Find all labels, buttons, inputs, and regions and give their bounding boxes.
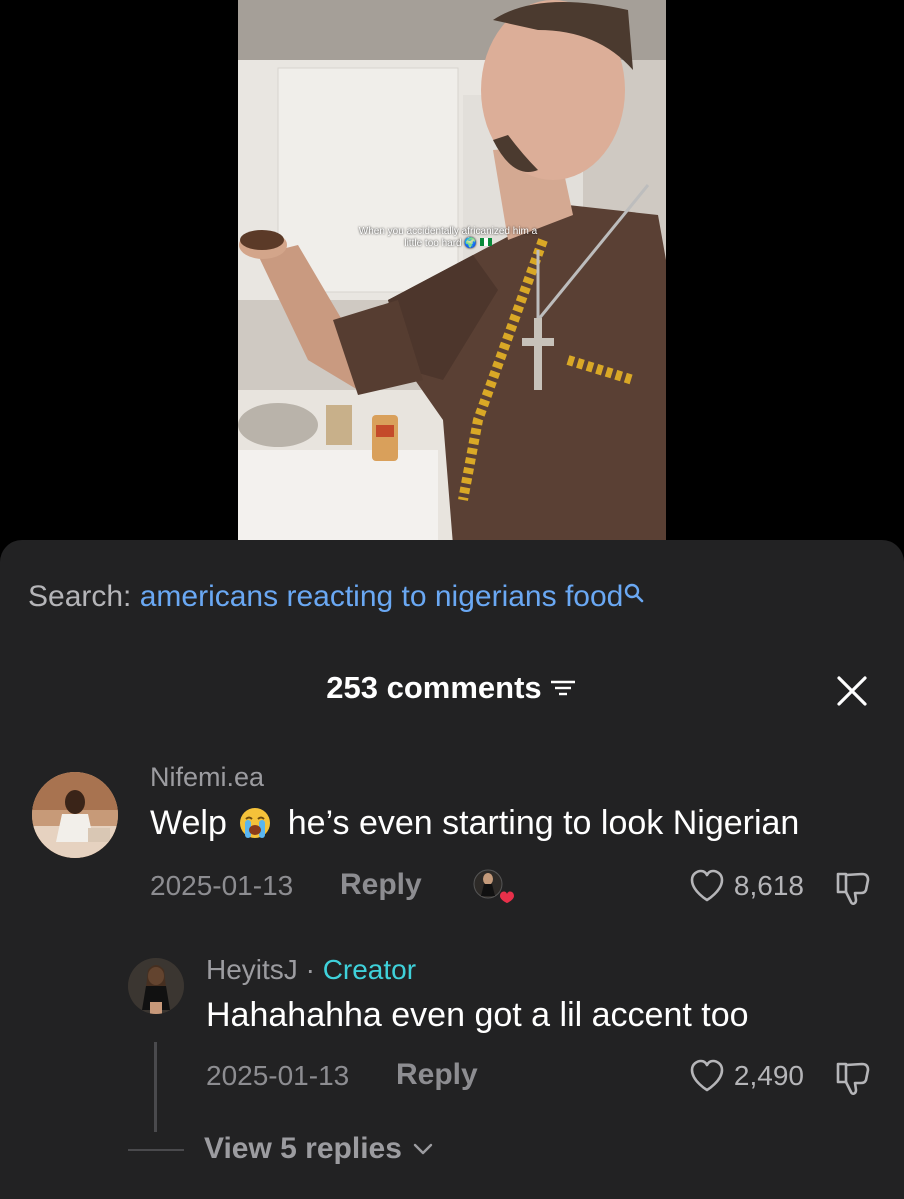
heart-icon [690,1059,724,1092]
video-still-image [238,0,666,545]
avatar-image [128,958,184,1014]
search-suggestion[interactable]: Search: americans reacting to nigerians … [28,580,645,614]
view-replies-label: View 5 replies [204,1132,402,1165]
loudly-crying-face-icon [240,808,271,838]
avatar[interactable] [128,958,184,1014]
view-replies-divider [128,1149,184,1151]
comment-item: Nifemi.ea Welp he’s even starting to loo… [0,762,904,932]
close-icon[interactable] [834,673,870,709]
thread-line [154,1042,157,1132]
like-count: 8,618 [733,870,804,901]
heart-icon [690,869,724,902]
video-player[interactable]: When you accidentally africanized him a … [0,0,904,545]
search-prefix: Search: [28,580,132,613]
reply-button[interactable]: Reply [340,868,422,902]
comment-text: Welp he’s even starting to look Nigerian [150,804,799,843]
reply-date: 2025-01-13 [206,1060,350,1091]
search-icon[interactable] [623,582,645,604]
comments-count: 253 comments [326,670,542,705]
reply-text: Hahahahha even got a lil accent too [206,996,749,1034]
comment-actions: 2025-01-13 Reply 8,618 [150,866,874,906]
globe-icon: 🌍 [464,238,477,249]
reply-username[interactable]: HeyitsJ [206,954,298,985]
view-replies-button[interactable]: View 5 replies [204,1132,434,1166]
comment-text-end: he’s even starting to look Nigerian [287,804,800,842]
video-caption-line-2-text: little too hard [404,238,462,249]
search-query-link[interactable]: americans reacting to nigerians food [140,580,624,613]
reply-author: HeyitsJ · Creator [206,954,416,986]
comments-sheet: Search: americans reacting to nigerians … [0,540,904,1199]
like-button[interactable]: 2,490 [688,1058,804,1094]
nigeria-flag-icon [479,238,492,246]
author-separator: · [297,954,323,985]
comment-username[interactable]: Nifemi.ea [150,762,264,793]
dislike-icon[interactable] [832,868,874,908]
creator-tag: Creator [322,954,417,985]
view-replies-row: View 5 replies [0,1128,904,1168]
reply-item: HeyitsJ · Creator Hahahahha even got a l… [0,950,904,1132]
filter-icon[interactable] [548,676,578,700]
avatar-image [32,772,118,858]
like-button[interactable]: 8,618 [688,868,804,904]
like-count: 2,490 [733,1060,804,1091]
video-caption-line-2: little too hard 🌍 [298,238,598,250]
video-frame[interactable]: When you accidentally africanized him a … [238,0,666,545]
video-caption: When you accidentally africanized him a … [298,226,598,250]
comments-header: 253 comments [0,670,904,706]
avatar[interactable] [32,772,118,858]
comment-date: 2025-01-13 [150,870,294,901]
reply-button[interactable]: Reply [396,1058,478,1092]
comment-text-start: Welp [150,804,227,842]
creator-liked-badge [473,869,514,903]
dislike-icon[interactable] [832,1058,874,1098]
chevron-down-icon [413,1143,433,1155]
video-caption-line-1: When you accidentally africanized him a [358,226,538,237]
reply-actions: 2025-01-13 Reply 2,490 [206,1056,874,1096]
comments-sort-toggle[interactable]: 253 comments [326,670,577,706]
